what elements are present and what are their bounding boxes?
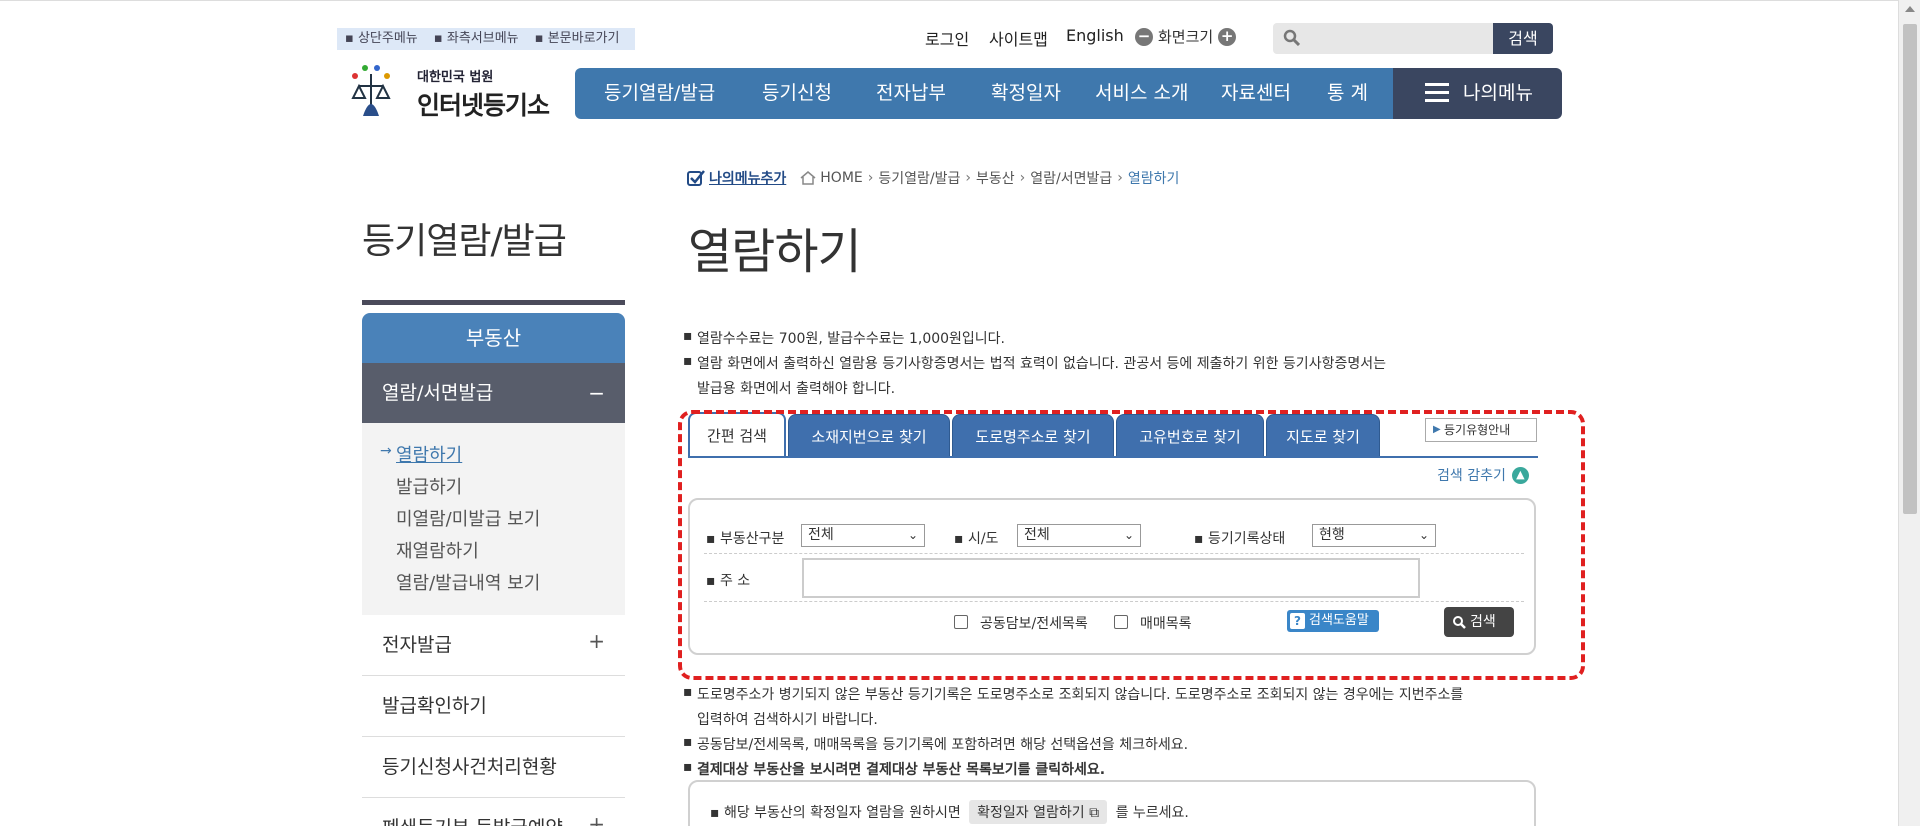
add-my-menu-link[interactable]: 나의메뉴추가 [709,168,786,188]
breadcrumb-current: 열람하기 [1127,171,1180,187]
breadcrumb-item[interactable]: 부동산 [976,168,1015,188]
sidebar-submenu: → 열람하기 발급하기 미열람/미발급 보기 재열람하기 열람/발급내역 보기 [362,423,625,615]
sidebar-subitem-history[interactable]: 열람/발급내역 보기 [396,569,540,595]
sidebar-item-verify-issue[interactable]: 발급확인하기 [362,676,625,737]
sidebar-item-label: 폐쇄등기부 등발급예약 [382,817,563,826]
external-link-icon: ⧉ [1089,805,1100,821]
scrollbar-thumb[interactable] [1903,24,1917,514]
my-menu-button[interactable]: 나의메뉴 [1393,68,1562,119]
breadcrumb-home[interactable]: HOME [820,170,862,186]
sidebar-item-label: 열람/서면발급 [382,382,494,404]
highlight-annotation [678,410,1585,680]
zoom-control: − 화면크기 + [1135,26,1237,47]
sidebar-item-case-status[interactable]: 등기신청사건처리현황 [362,737,625,798]
court-emblem-icon [351,65,391,116]
breadcrumb-item[interactable]: 열람/서면발급 [1030,168,1112,188]
breadcrumb-separator: › [1019,170,1026,186]
skip-link-content[interactable]: ▪ 본문바로가기 [535,31,626,46]
logo-title: 인터넷등기소 [417,91,550,120]
page-title: 열람하기 [688,224,862,280]
gnb-item-data-center[interactable]: 자료센터 [1221,68,1291,119]
search-icon [1283,29,1300,46]
zoom-out-icon[interactable]: − [1135,27,1153,46]
sidebar-item-e-issue[interactable]: 전자발급 + [362,615,625,676]
gnb-item-service-intro[interactable]: 서비스 소개 [1095,68,1188,119]
breadcrumb: 나의메뉴추가 HOME › 등기열람/발급 › 부동산 › 열람/서면발급 › … [687,168,1179,188]
sidebar-item-closed-registry[interactable]: 폐쇄등기부 등발급예약 + [362,798,625,826]
gnb-item-statistics[interactable]: 통 계 [1327,68,1368,119]
sidebar-subitem-view[interactable]: 열람하기 [396,441,462,467]
sidebar-item-label: 전자발급 [382,634,452,656]
my-menu-label: 나의메뉴 [1463,82,1533,104]
site-logo[interactable]: 대한민국 법원 인터넷등기소 [345,60,550,124]
home-icon [800,171,816,185]
main-navigation: 등기열람/발급 등기신청 전자납부 확정일자 서비스 소개 자료센터 통 계 [575,68,1393,119]
login-link[interactable]: 로그인 [925,26,969,50]
collapse-icon[interactable]: − [588,363,605,423]
sidebar-item-view-issue[interactable]: 열람/서면발급 − [362,363,625,423]
sidebar-item-label: 등기신청사건처리현황 [382,756,557,778]
vertical-scrollbar[interactable] [1898,0,1920,826]
sidebar-subitem-unviewed[interactable]: 미열람/미발급 보기 [396,505,540,531]
sitemap-link[interactable]: 사이트맵 [989,26,1048,50]
sidebar-title: 등기열람/발급 [362,221,567,262]
scroll-up-icon[interactable] [1905,6,1915,12]
fixed-date-view-button[interactable]: 확정일자 열람하기 ⧉ [969,800,1108,824]
breadcrumb-separator: › [867,170,874,186]
skip-link-sub-menu[interactable]: ▪ 좌측서브메뉴 [434,31,525,46]
fixed-date-box: ▪ 해당 부동산의 확정일자 열람을 원하시면 확정일자 열람하기 ⧉ 를 누르… [688,780,1536,826]
fixed-date-text: 해당 부동산의 확정일자 열람을 원하시면 [723,805,961,821]
logo-subtitle: 대한민국 법원 [417,70,494,85]
skip-link-main-menu[interactable]: ▪ 상단주메뉴 [345,31,424,46]
current-arrow-icon: → [380,443,392,459]
expand-icon[interactable]: + [588,611,605,672]
zoom-in-icon[interactable]: + [1218,27,1237,46]
gnb-item-registry-apply[interactable]: 등기신청 [762,68,832,119]
expand-icon[interactable]: + [588,794,605,826]
gnb-item-e-payment[interactable]: 전자납부 [876,68,946,119]
sidebar-subitem-issue[interactable]: 발급하기 [396,473,462,499]
sidebar-item-label: 발급확인하기 [382,695,487,717]
checkbox-check-icon [687,170,705,186]
zoom-label: 화면크기 [1158,28,1214,46]
breadcrumb-separator: › [1117,170,1123,186]
site-search-input[interactable] [1273,23,1493,54]
site-search-button[interactable]: 검색 [1493,23,1553,54]
sidebar-category-real-estate[interactable]: 부동산 [362,313,625,363]
top-border [0,0,1920,4]
gnb-item-fixed-date[interactable]: 확정일자 [991,68,1061,119]
sidebar-divider [362,300,625,305]
breadcrumb-item[interactable]: 등기열람/발급 [878,168,960,188]
fixed-date-text-end: 를 누르세요. [1115,805,1189,821]
sidebar-subitem-review[interactable]: 재열람하기 [396,537,479,563]
hamburger-icon [1425,83,1449,103]
english-link[interactable]: English [1066,26,1124,45]
breadcrumb-separator: › [965,170,971,186]
skip-navigation: ▪ 상단주메뉴 ▪ 좌측서브메뉴 ▪ 본문바로가기 [337,28,635,50]
gnb-item-registry-view[interactable]: 등기열람/발급 [604,68,715,119]
